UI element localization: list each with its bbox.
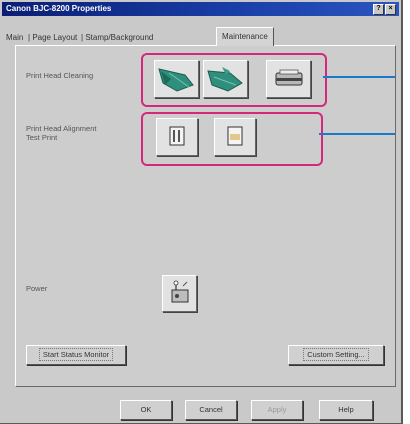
power-label: Power: [26, 284, 48, 293]
power-switch-icon: [171, 280, 189, 303]
tab-stamp-background[interactable]: | Stamp/Background: [81, 31, 153, 45]
ok-button[interactable]: OK: [120, 400, 172, 420]
printhead-deep-cleaning-icon: [207, 67, 243, 92]
print-head-cleaning-label: Print Head Cleaning: [26, 71, 94, 80]
deep-cleaning-button[interactable]: [203, 60, 248, 98]
nozzle-check-button[interactable]: [214, 118, 256, 156]
printhead-cleaning-icon: [158, 68, 194, 92]
cancel-button[interactable]: Cancel: [185, 400, 237, 420]
printer-icon: [275, 69, 303, 86]
power-off-button[interactable]: [162, 275, 197, 312]
alignment-icon: [169, 126, 185, 146]
close-title-button[interactable]: ×: [385, 4, 396, 15]
bottom-plate-cleaning-button[interactable]: [266, 60, 311, 98]
print-head-alignment-button[interactable]: [156, 118, 198, 156]
alignment-callout-line: [319, 133, 395, 135]
cleaning-button[interactable]: [154, 60, 199, 98]
tab-maintenance[interactable]: Maintenance: [216, 27, 274, 46]
apply-button[interactable]: Apply: [251, 400, 303, 420]
window-title: Canon BJC-8200 Properties: [6, 4, 112, 13]
print-head-alignment-label: Print Head Alignment Test Print: [26, 124, 97, 142]
cleaning-callout-line: [323, 76, 395, 78]
help-button[interactable]: Help: [319, 400, 373, 420]
maintenance-panel: Print Head Cleaning Print Head Alignment…: [15, 45, 396, 387]
test-print-icon: [227, 126, 243, 146]
tab-main[interactable]: Main: [6, 31, 23, 45]
tab-page-layout[interactable]: | Page Layout: [28, 31, 77, 45]
custom-setting-button[interactable]: Custom Setting...: [288, 345, 384, 365]
properties-window: Canon BJC-8200 Properties ? × Main | Pag…: [0, 0, 403, 424]
title-bar: Canon BJC-8200 Properties ? ×: [2, 2, 399, 16]
help-title-button[interactable]: ?: [373, 4, 384, 15]
start-status-monitor-button[interactable]: Start Status Monitor: [26, 345, 126, 365]
